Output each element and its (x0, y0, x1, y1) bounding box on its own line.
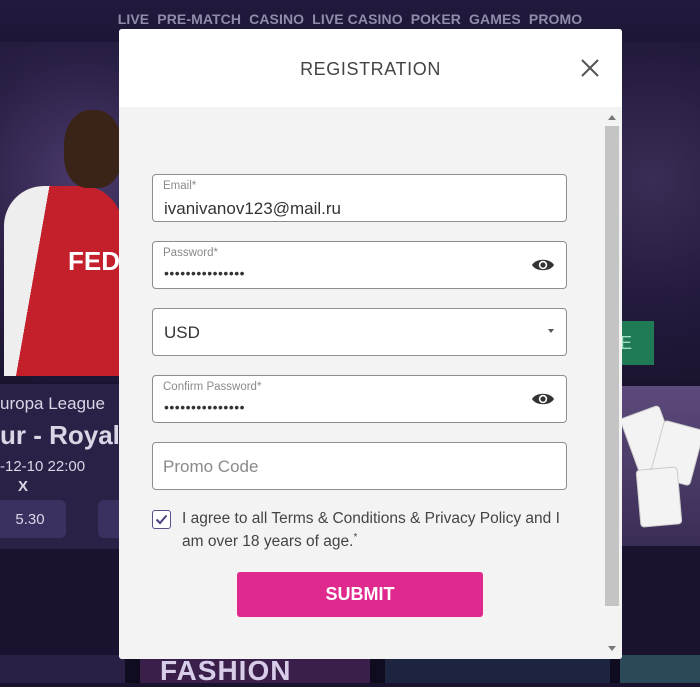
password-field[interactable]: Password* ••••••••••••••• (152, 241, 567, 289)
nav-item-poker[interactable]: POKER (411, 11, 461, 27)
confirm-password-field[interactable]: Confirm Password* ••••••••••••••• (152, 375, 567, 423)
close-icon[interactable] (579, 57, 601, 79)
confirm-password-label: Confirm Password* (163, 381, 262, 393)
terms-label: I agree to all Terms & Conditions & Priv… (182, 510, 560, 551)
event-date: -12-10 22:00 (0, 458, 86, 475)
email-value: ivanivanov123@mail.ru (164, 199, 341, 218)
password-label: Password* (163, 247, 218, 259)
scroll-up-arrow-icon[interactable] (608, 115, 616, 120)
email-field[interactable]: Email* ivanivanov123@mail.ru (152, 174, 567, 222)
event-draw-label: X (18, 478, 29, 495)
email-label: Email* (163, 180, 197, 192)
game-tile[interactable] (0, 655, 125, 683)
nav-item-promo[interactable]: PROMO (529, 11, 582, 27)
game-tile[interactable] (385, 655, 610, 683)
game-tile-title: FASHION (160, 655, 292, 686)
promo-code-field[interactable]: Promo Code (152, 442, 567, 490)
submit-button[interactable]: SUBMIT (237, 572, 483, 617)
modal-body: Email* ivanivanov123@mail.ru Password* •… (119, 107, 622, 659)
nav-item-pre-match[interactable]: PRE-MATCH (157, 11, 241, 27)
game-tile[interactable] (620, 655, 700, 683)
nav-item-games[interactable]: GAMES (469, 11, 521, 27)
modal-header: REGISTRATION (119, 29, 622, 107)
currency-value: USD (164, 323, 200, 342)
casino-card-banner (619, 386, 700, 546)
odds-button[interactable]: 5.30 (0, 500, 66, 538)
nav-item-casino[interactable]: CASINO (249, 11, 304, 27)
checkmark-icon (155, 514, 168, 525)
confirm-password-value: ••••••••••••••• (164, 399, 246, 415)
eye-icon[interactable] (531, 256, 555, 274)
player-head-image (64, 110, 122, 188)
eye-icon[interactable] (531, 390, 555, 408)
terms-asterisk: * (353, 532, 358, 543)
terms-checkbox[interactable] (152, 510, 171, 529)
scrollbar-thumb[interactable] (605, 126, 619, 606)
modal-title: REGISTRATION (300, 59, 441, 79)
scroll-down-arrow-icon[interactable] (608, 646, 616, 651)
chevron-down-icon (548, 329, 554, 333)
registration-modal: REGISTRATION Email* ivanivanov123@mail.r… (119, 29, 622, 659)
player-image: FEDCO (4, 186, 159, 376)
nav-item-live-casino[interactable]: LIVE CASINO (312, 11, 403, 27)
nav-item-live[interactable]: LIVE (118, 11, 150, 27)
currency-select[interactable]: USD (152, 308, 567, 356)
event-league: uropa League (0, 394, 105, 413)
playing-card-image (635, 466, 683, 528)
terms-text: I agree to all Terms & Conditions & Priv… (182, 509, 572, 551)
promo-code-placeholder: Promo Code (163, 457, 259, 476)
password-value: ••••••••••••••• (164, 265, 246, 281)
